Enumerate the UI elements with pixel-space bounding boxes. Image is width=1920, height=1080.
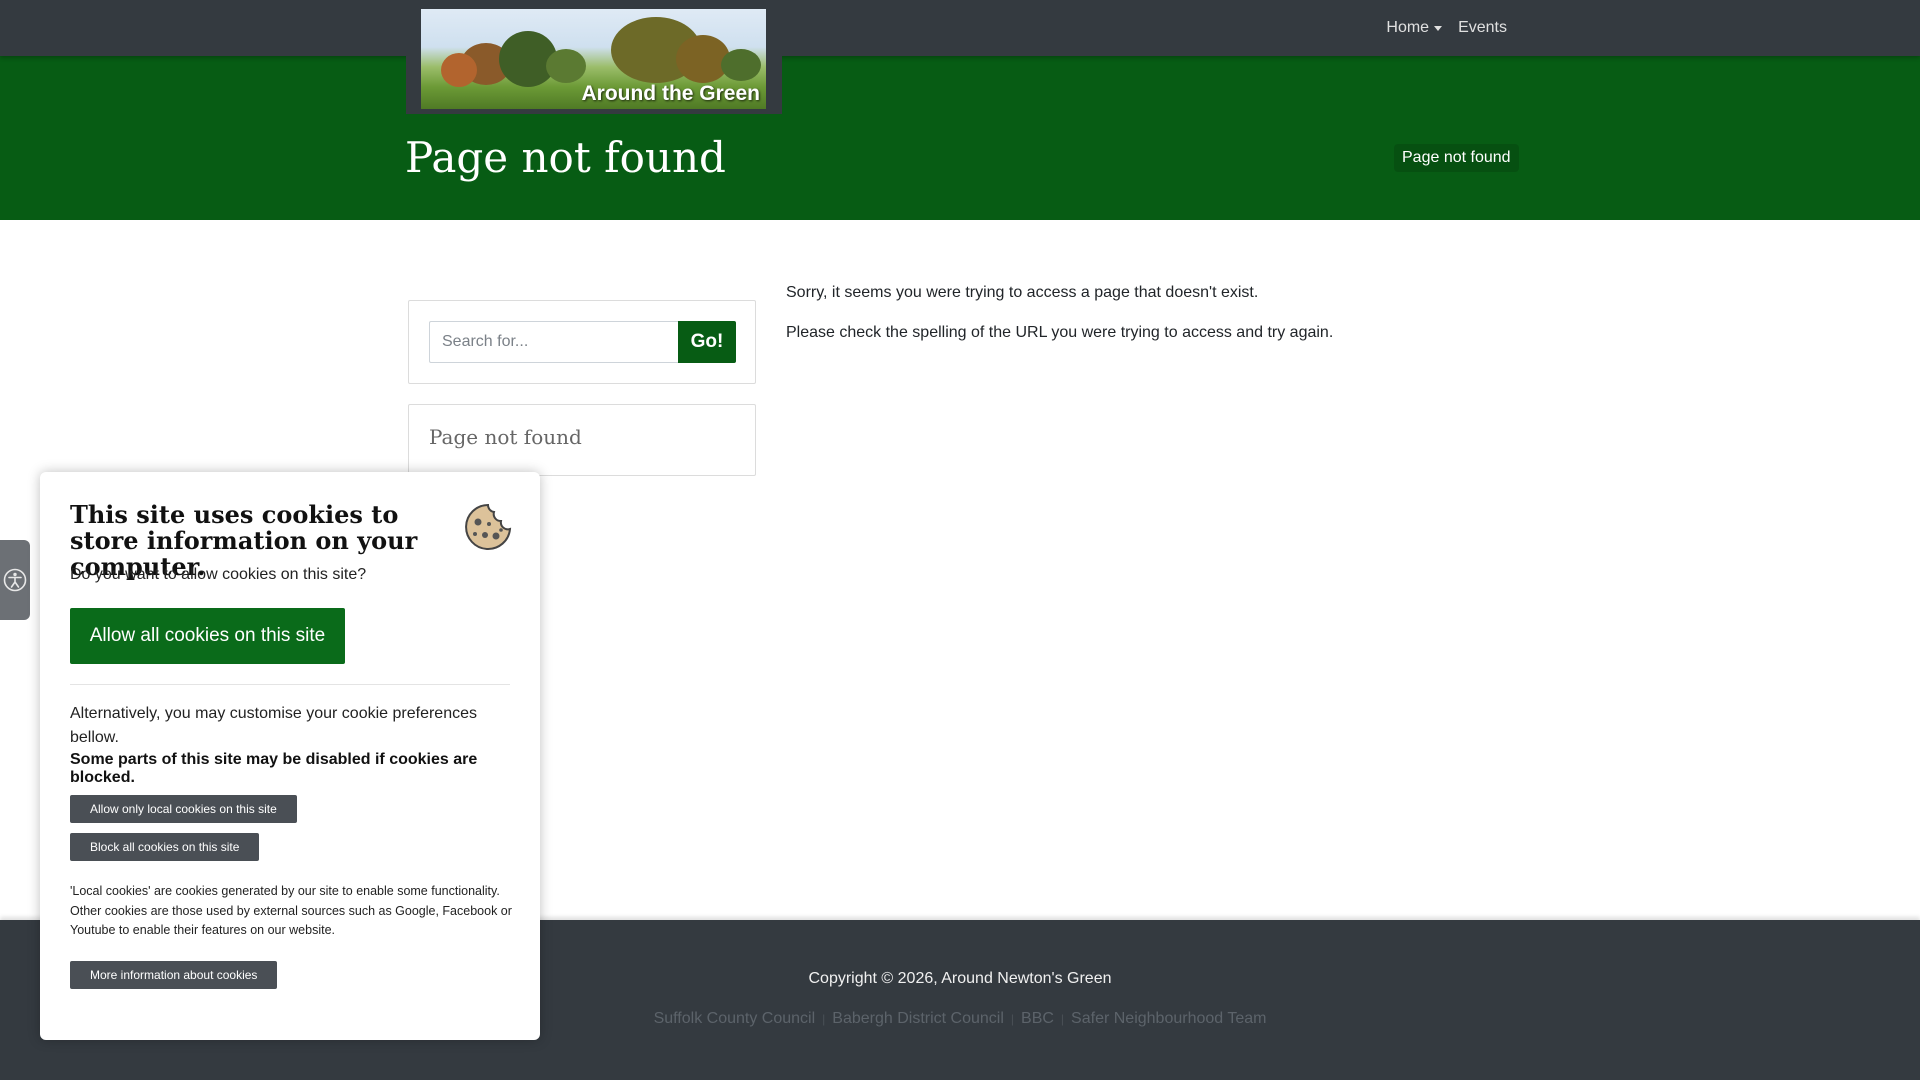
allow-all-cookies-button[interactable]: Allow all cookies on this site bbox=[70, 608, 345, 664]
cookie-alternative-text: Alternatively, you may customise your co… bbox=[70, 705, 477, 746]
accessibility-icon bbox=[3, 568, 27, 592]
top-navbar: Home Events bbox=[0, 0, 1920, 56]
caret-down-icon bbox=[1434, 25, 1443, 31]
footer-link-bbc[interactable]: BBC bbox=[1021, 1010, 1054, 1028]
cookie-warning: Some parts of this site may be disabled … bbox=[70, 751, 478, 786]
search-input[interactable] bbox=[429, 321, 678, 363]
sidebar-nav-title: Page not found bbox=[429, 425, 582, 449]
footer-link-babergh[interactable]: Babergh District Council bbox=[832, 1010, 1004, 1028]
nav-home-dropdown[interactable]: Home bbox=[1386, 19, 1443, 37]
block-all-cookies-button[interactable]: Block all cookies on this site bbox=[70, 833, 260, 861]
footer-separator: | bbox=[1010, 1012, 1015, 1026]
allow-local-cookies-button[interactable]: Allow only local cookies on this site bbox=[70, 795, 297, 823]
accessibility-toolbar-toggle[interactable] bbox=[0, 540, 30, 620]
main-content: Sorry, it seems you were trying to acces… bbox=[786, 282, 1333, 362]
breadcrumb: Page not found bbox=[1394, 144, 1519, 172]
logo-text: Around the Green bbox=[581, 82, 760, 105]
footer-link-suffolk[interactable]: Suffolk County Council bbox=[654, 1010, 816, 1028]
nav-home-label: Home bbox=[1386, 19, 1430, 36]
cookie-question: Do you want to allow cookies on this sit… bbox=[70, 566, 367, 583]
page-title: Page not found bbox=[405, 133, 726, 182]
site-logo-frame[interactable]: Around the Green bbox=[406, 0, 782, 114]
cookie-note: 'Local cookies' are cookies generated by… bbox=[70, 884, 512, 937]
search-go-button[interactable]: Go! bbox=[678, 321, 736, 363]
more-cookie-info-button[interactable]: More information about cookies bbox=[70, 961, 278, 989]
footer-link-safer-neighbourhood[interactable]: Safer Neighbourhood Team bbox=[1071, 1010, 1266, 1028]
sidebar-nav-widget: Page not found bbox=[408, 404, 756, 476]
footer-separator: | bbox=[1060, 1012, 1065, 1026]
footer-separator: | bbox=[822, 1012, 826, 1026]
page-header-band bbox=[0, 56, 1920, 220]
error-hint: Please check the spelling of the URL you… bbox=[786, 324, 1334, 341]
search-widget: Go! bbox=[408, 300, 756, 384]
site-logo[interactable]: Around the Green bbox=[421, 9, 766, 109]
error-message: Sorry, it seems you were trying to acces… bbox=[786, 284, 1259, 301]
nav-links: Home Events bbox=[1386, 0, 1507, 56]
cookie-consent-panel: This site uses cookies to store informat… bbox=[40, 472, 540, 1040]
nav-events-link[interactable]: Events bbox=[1458, 19, 1507, 37]
cookie-icon bbox=[465, 503, 512, 550]
cookie-divider bbox=[70, 684, 510, 685]
